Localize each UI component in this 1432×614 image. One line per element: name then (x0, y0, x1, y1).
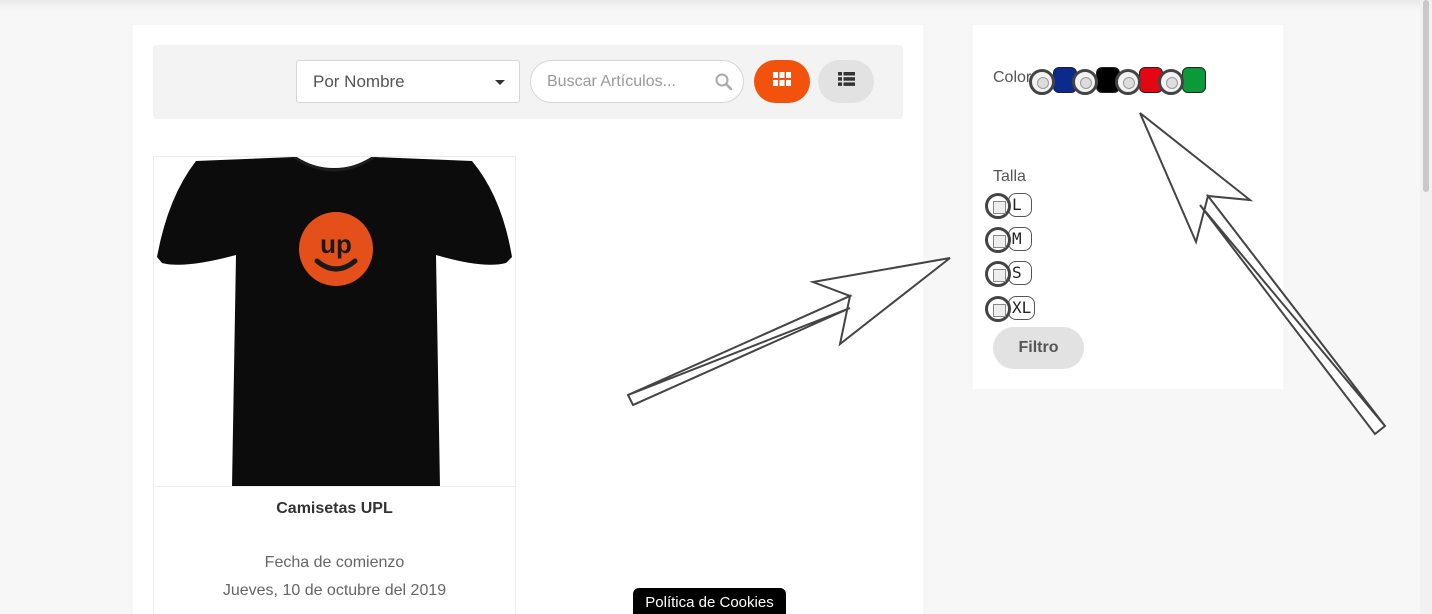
grid-view-button[interactable] (754, 60, 810, 103)
product-date: Jueves, 10 de octubre del 2019 (222, 582, 447, 599)
size-checkbox-m[interactable] (985, 227, 1011, 253)
top-shadow (0, 0, 1432, 10)
product-logo-text: up (320, 229, 352, 259)
product-image[interactable]: up (154, 157, 515, 487)
sort-select-value: Por Nombre (313, 72, 405, 91)
product-card[interactable]: up Camisetas UPL Fecha de comienzo Jueve… (153, 156, 516, 614)
product-listing-panel: Por Nombre Buscar Artículos... up Camise… (133, 25, 923, 614)
size-option-label[interactable]: L (1008, 193, 1032, 217)
color-filter-label: Color (993, 69, 1032, 86)
size-checkbox-l[interactable] (985, 193, 1011, 219)
size-checkbox-s[interactable] (985, 261, 1011, 287)
list-view-button[interactable] (818, 60, 874, 103)
size-option-label[interactable]: XL (1008, 296, 1036, 320)
size-option-label[interactable]: M (1008, 227, 1032, 251)
color-radio-black[interactable] (1072, 69, 1098, 95)
filter-panel: Color Talla L M S XL Filtro (973, 25, 1283, 389)
product-title[interactable]: Camisetas UPL (154, 500, 515, 518)
color-radio-red[interactable] (1115, 69, 1141, 95)
scrollbar-thumb[interactable] (1423, 0, 1429, 192)
sort-select[interactable]: Por Nombre (296, 60, 520, 103)
color-swatch-green (1182, 67, 1206, 93)
grid-icon (773, 72, 791, 91)
product-date-label: Fecha de comienzo (264, 554, 405, 571)
size-checkbox-xl[interactable] (985, 296, 1011, 322)
color-radio-green[interactable] (1158, 69, 1184, 95)
cookie-policy-link[interactable]: Política de Cookies (633, 588, 786, 614)
size-filter-label: Talla (993, 168, 1026, 185)
filter-button[interactable]: Filtro (993, 327, 1084, 369)
page-scrollbar[interactable] (1420, 0, 1432, 614)
search-icon[interactable] (715, 73, 733, 96)
chevron-down-icon (495, 80, 505, 85)
size-option-label[interactable]: S (1008, 261, 1032, 285)
search-box (530, 60, 744, 103)
search-input[interactable] (547, 71, 707, 93)
list-icon (837, 72, 855, 91)
color-radio-blue[interactable] (1029, 69, 1055, 95)
listing-toolbar: Por Nombre (153, 45, 903, 119)
